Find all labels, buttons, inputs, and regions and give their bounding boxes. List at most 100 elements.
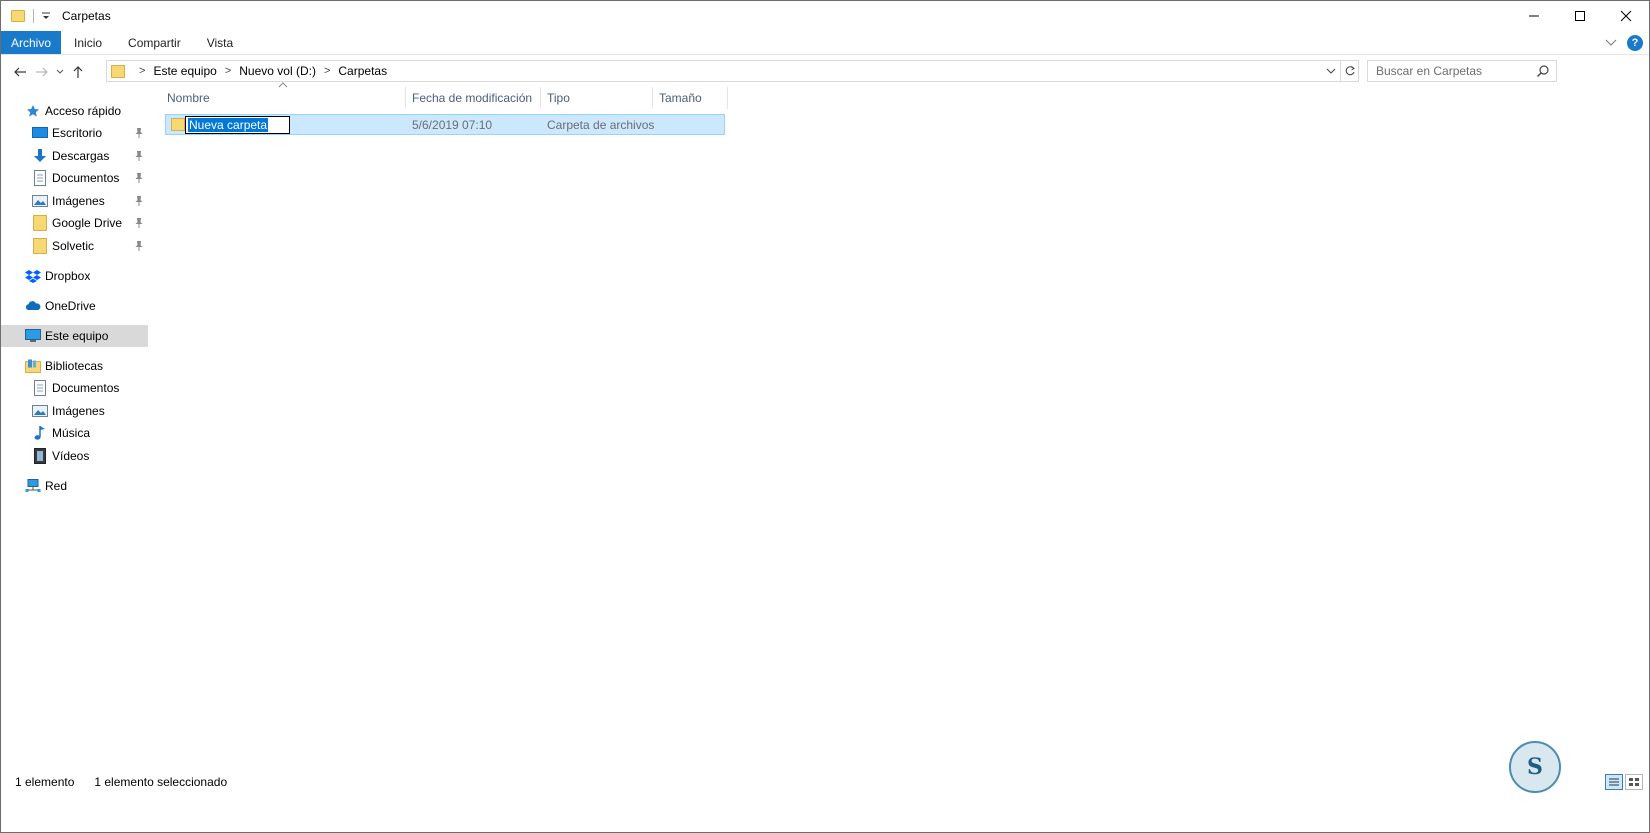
sidebar-item-onedrive[interactable]: OneDrive	[1, 295, 148, 317]
explorer-window: Carpetas Archivo Inicio Compartir Vista …	[0, 0, 1650, 833]
close-button[interactable]	[1603, 1, 1649, 31]
sidebar-item-label: Descargas	[52, 149, 110, 163]
arrow-up-icon	[73, 66, 83, 78]
up-button[interactable]	[67, 61, 89, 83]
libraries-icon	[25, 358, 41, 374]
quick-access-toolbar	[11, 1, 62, 31]
chevron-down-icon	[1326, 68, 1336, 74]
sidebar-item-lib-videos[interactable]: Vídeos	[1, 445, 148, 467]
pin-icon[interactable]	[134, 217, 144, 229]
folder-icon	[32, 238, 48, 254]
chevron-right-icon: >	[139, 65, 146, 77]
sidebar-item-label: Dropbox	[45, 269, 91, 283]
sidebar-item-label: Este equipo	[45, 329, 109, 343]
sidebar-item-bibliotecas[interactable]: Bibliotecas	[1, 355, 148, 377]
solvetic-watermark-logo: S	[1509, 741, 1561, 793]
back-button[interactable]	[9, 61, 31, 83]
sidebar-item-este-equipo[interactable]: Este equipo	[1, 325, 148, 347]
forward-button[interactable]	[31, 61, 53, 83]
tab-archivo[interactable]: Archivo	[1, 31, 62, 54]
column-header-nombre[interactable]: Nombre	[161, 87, 406, 109]
breadcrumb-carpetas[interactable]: Carpetas	[338, 64, 387, 78]
dropbox-icon	[25, 268, 41, 284]
sidebar-item-label: Música	[52, 426, 91, 440]
download-icon	[32, 148, 48, 164]
details-view-button[interactable]	[1605, 774, 1623, 790]
sidebar-item-dropbox[interactable]: Dropbox	[1, 265, 148, 287]
sidebar-item-google-drive[interactable]: Google Drive	[1, 212, 148, 234]
address-dropdown-button[interactable]	[1324, 64, 1338, 78]
maximize-icon	[1575, 11, 1585, 21]
chevron-down-icon	[1605, 39, 1617, 46]
pin-icon[interactable]	[134, 195, 144, 207]
chevron-down-icon	[56, 69, 64, 74]
help-icon[interactable]: ?	[1627, 35, 1643, 51]
minimize-icon	[1529, 15, 1539, 17]
navigation-pane: Acceso rápido Escritorio Descargas Docum…	[1, 96, 151, 776]
customize-toolbar-icon[interactable]	[40, 9, 52, 23]
column-header-tipo[interactable]: Tipo	[541, 87, 653, 109]
status-bar: 1 elemento 1 elemento seleccionado	[1, 771, 1649, 793]
rename-input[interactable]: Nueva carpeta	[185, 116, 290, 134]
view-switcher	[1605, 774, 1643, 790]
pin-icon[interactable]	[134, 150, 144, 162]
search-input[interactable]: Buscar en Carpetas	[1367, 60, 1557, 82]
column-label: Nombre	[167, 91, 210, 105]
minimize-button[interactable]	[1511, 1, 1557, 31]
sidebar-item-label: Documentos	[52, 381, 120, 395]
address-bar[interactable]: > Este equipo > Nuevo vol (D:) > Carpeta…	[106, 60, 1359, 82]
breadcrumb-nuevo-vol[interactable]: Nuevo vol (D:)	[239, 64, 316, 78]
sidebar-item-label: Bibliotecas	[45, 359, 104, 373]
large-icons-view-button[interactable]	[1625, 774, 1643, 790]
folder-icon	[32, 215, 48, 231]
sidebar-item-label: OneDrive	[45, 299, 96, 313]
sidebar-item-lib-documentos[interactable]: Documentos	[1, 377, 148, 399]
sidebar-item-label: Solvetic	[52, 239, 95, 253]
star-icon	[25, 103, 41, 119]
arrow-left-icon	[14, 67, 26, 77]
window-title: Carpetas	[62, 9, 111, 23]
chevron-right-icon[interactable]: >	[225, 65, 231, 77]
sidebar-item-quick-access[interactable]: Acceso rápido	[1, 100, 148, 122]
divider	[33, 9, 34, 23]
window-controls	[1511, 1, 1649, 31]
sidebar-item-label: Red	[45, 479, 68, 493]
pin-icon[interactable]	[134, 127, 144, 139]
table-row[interactable]: Nueva carpeta 5/6/2019 07:10 Carpeta de …	[165, 114, 725, 135]
pin-icon[interactable]	[134, 240, 144, 252]
folder-icon	[171, 118, 185, 131]
search-placeholder: Buscar en Carpetas	[1376, 64, 1483, 78]
rename-selected-text: Nueva carpeta	[188, 118, 269, 132]
sidebar-item-label: Acceso rápido	[45, 104, 122, 118]
tab-vista[interactable]: Vista	[194, 31, 246, 54]
breadcrumb: > Este equipo > Nuevo vol (D:) > Carpeta…	[139, 64, 395, 78]
tab-inicio[interactable]: Inicio	[61, 31, 115, 54]
sidebar-item-label: Escritorio	[52, 126, 103, 140]
video-icon	[32, 448, 48, 464]
sidebar-item-lib-imagenes[interactable]: Imágenes	[1, 400, 148, 422]
expand-ribbon-button[interactable]	[1605, 36, 1617, 50]
chevron-right-icon[interactable]: >	[324, 65, 330, 77]
pictures-icon	[32, 403, 48, 419]
cloud-icon	[25, 298, 41, 314]
column-header-tamano[interactable]: Tamaño	[653, 87, 728, 109]
maximize-button[interactable]	[1557, 1, 1603, 31]
refresh-button[interactable]	[1340, 61, 1358, 81]
tab-compartir[interactable]: Compartir	[115, 31, 194, 54]
sidebar-item-documentos[interactable]: Documentos	[1, 167, 148, 189]
search-icon[interactable]	[1536, 64, 1550, 78]
recent-locations-button[interactable]	[53, 61, 67, 83]
folder-icon[interactable]	[11, 10, 25, 22]
breadcrumb-este-equipo[interactable]: Este equipo	[153, 64, 216, 78]
sidebar-item-escritorio[interactable]: Escritorio	[1, 122, 148, 144]
column-header-fecha[interactable]: Fecha de modificación	[406, 87, 541, 109]
pin-icon[interactable]	[134, 172, 144, 184]
sidebar-item-solvetic[interactable]: Solvetic	[1, 235, 148, 257]
sidebar-item-lib-musica[interactable]: Música	[1, 422, 148, 444]
music-icon	[32, 425, 48, 441]
sidebar-item-imagenes[interactable]: Imágenes	[1, 190, 148, 212]
desktop-icon	[32, 125, 48, 141]
arrow-right-icon	[36, 67, 48, 77]
sidebar-item-red[interactable]: Red	[1, 475, 148, 497]
sidebar-item-descargas[interactable]: Descargas	[1, 145, 148, 167]
